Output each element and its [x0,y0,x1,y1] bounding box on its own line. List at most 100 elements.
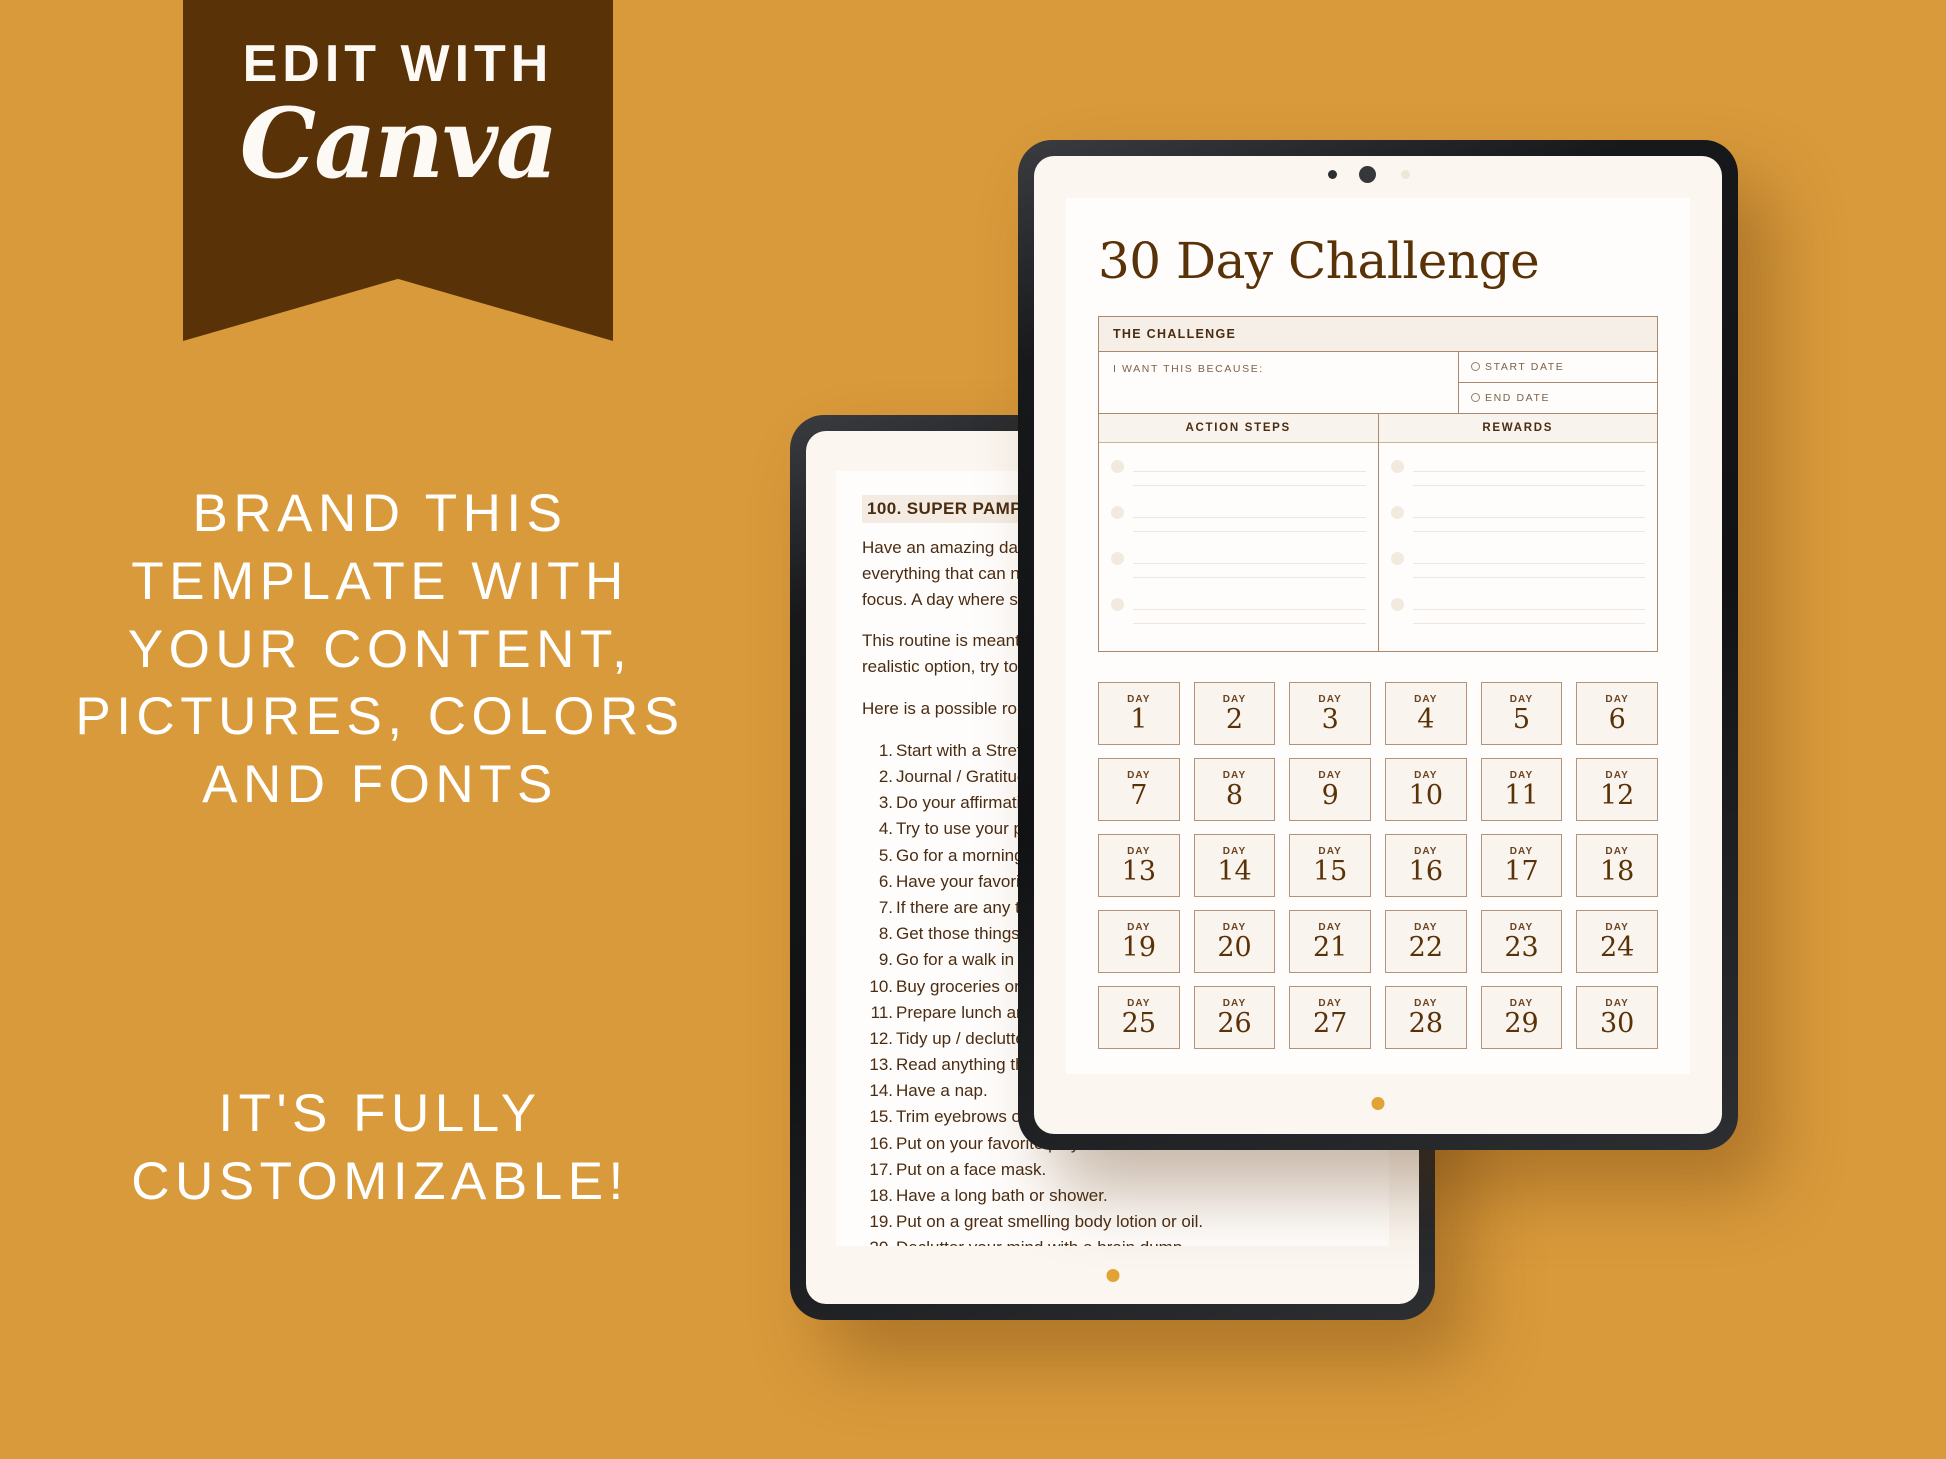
day-cell[interactable]: DAY 8 [1193,758,1276,821]
writing-line [1412,531,1645,532]
day-cell[interactable]: DAY 25 [1098,986,1180,1049]
day-number: 13 [1121,856,1156,887]
day-cell[interactable]: DAY 12 [1576,758,1658,821]
list-item-text: Have a long bath or shower. [896,1185,1108,1205]
day-cell[interactable]: DAY 23 [1480,910,1563,973]
tablet-device-front: 30 Day Challenge THE CHALLENGE I WANT TH… [1018,140,1738,1150]
day-cell[interactable]: DAY 6 [1576,682,1658,745]
day-cell[interactable]: DAY 2 [1193,682,1276,745]
bullet-circle-icon [1390,552,1404,565]
day-number: 21 [1312,932,1348,963]
entry-writing-lines [1412,595,1645,637]
day-cell[interactable]: DAY 24 [1576,910,1658,973]
list-item: 19. Put on a great smelling body lotion o… [862,1209,1363,1235]
entry-writing-lines [1133,457,1366,499]
day-cell[interactable]: DAY 13 [1098,834,1180,897]
day-number: 11 [1504,780,1539,811]
entry-writing-lines [1412,549,1645,591]
home-indicator-dot [1106,1269,1119,1282]
list-item-number: 9. [878,950,893,970]
list-item-number: 17. [869,1159,893,1179]
entry-row[interactable] [1390,503,1645,545]
list-item-number: 11. [870,1002,893,1022]
entry-row[interactable] [1111,549,1366,591]
day-cell[interactable]: DAY 18 [1576,834,1658,897]
day-cell[interactable]: DAY 28 [1384,986,1467,1049]
day-number: 30 [1599,1008,1635,1039]
action-steps-entries[interactable] [1099,443,1378,651]
writing-line [1133,623,1366,624]
list-item-text: Put on a great smelling body lotion or o… [896,1212,1204,1232]
tablet-front-screen: 30 Day Challenge THE CHALLENGE I WANT TH… [1066,198,1690,1074]
day-cell[interactable]: DAY 4 [1384,682,1467,745]
entry-row[interactable] [1111,595,1366,637]
day-number: 23 [1504,932,1539,963]
rewards-entries[interactable] [1379,443,1658,651]
why-field-label: I WANT THIS BECAUSE: [1113,363,1264,375]
list-item-number: 15. [869,1107,893,1127]
date-fields: START DATE END DATE [1459,352,1657,413]
clock-icon [1471,393,1480,402]
bullet-circle-icon [1111,460,1124,473]
list-item: 17. Put on a face mask. [862,1157,1363,1183]
start-date-label: START DATE [1485,361,1565,373]
bullet-circle-icon [1390,506,1404,519]
day-cell[interactable]: DAY 26 [1193,986,1276,1049]
list-item-number: 13. [869,1055,893,1075]
page-title: 30 Day Challenge [1098,232,1540,290]
challenge-card: THE CHALLENGE I WANT THIS BECAUSE: START… [1098,316,1658,652]
entry-row[interactable] [1390,549,1645,591]
day-cell[interactable]: DAY 16 [1384,834,1467,897]
day-cell[interactable]: DAY 10 [1384,758,1467,821]
list-item-number: 3. [878,793,893,813]
day-cell[interactable]: DAY 3 [1289,682,1371,745]
writing-line [1412,517,1645,518]
clock-icon [1471,362,1480,371]
ribbon-line-1: EDIT WITH [242,35,554,93]
list-item-number: 6. [878,871,893,891]
day-cell[interactable]: DAY 20 [1193,910,1276,973]
entry-row[interactable] [1390,595,1645,637]
bullet-circle-icon [1111,598,1124,611]
day-cell[interactable]: DAY 14 [1193,834,1276,897]
day-cell[interactable]: DAY 15 [1289,834,1371,897]
day-cell[interactable]: DAY 30 [1576,986,1658,1049]
day-cell[interactable]: DAY 9 [1289,758,1371,821]
list-item-number: 20. [862,1235,896,1246]
list-item-number: 7. [878,898,893,917]
day-number: 26 [1217,1008,1252,1039]
writing-line [1412,609,1645,610]
day-cell[interactable]: DAY 1 [1098,682,1180,745]
day-cell[interactable]: DAY 5 [1480,682,1563,745]
entry-row[interactable] [1111,457,1366,499]
rewards-column: REWARDS [1377,414,1658,651]
tablet-front-bezel: 30 Day Challenge THE CHALLENGE I WANT TH… [1034,156,1722,1134]
day-cell[interactable]: DAY 21 [1289,910,1371,973]
day-number: 14 [1217,856,1252,887]
entry-row[interactable] [1390,457,1645,499]
writing-line [1412,471,1645,472]
day-cell[interactable]: DAY 19 [1098,910,1180,973]
writing-line [1133,471,1366,472]
day-number: 2 [1225,704,1244,735]
entry-row[interactable] [1111,503,1366,545]
day-cell[interactable]: DAY 29 [1480,986,1563,1049]
day-number: 24 [1599,932,1635,963]
home-indicator-dot [1371,1097,1385,1110]
day-cell[interactable]: DAY 22 [1384,910,1467,973]
end-date-field[interactable]: END DATE [1459,382,1657,413]
entry-writing-lines [1412,457,1645,499]
start-date-field[interactable]: START DATE [1459,352,1657,382]
rewards-title: REWARDS [1378,414,1657,443]
day-number: 9 [1321,780,1339,811]
day-cell[interactable]: DAY 7 [1098,758,1180,821]
day-number: 16 [1408,856,1443,887]
list-item-text: Declutter your mind with a brain dump. [896,1235,1363,1246]
day-cell[interactable]: DAY 27 [1289,986,1371,1049]
day-number: 17 [1504,856,1539,887]
why-field[interactable]: I WANT THIS BECAUSE: [1099,352,1459,413]
day-cell[interactable]: DAY 17 [1480,834,1563,897]
day-cell[interactable]: DAY 11 [1480,758,1563,821]
day-number: 19 [1121,932,1156,963]
day-number: 7 [1130,780,1148,811]
